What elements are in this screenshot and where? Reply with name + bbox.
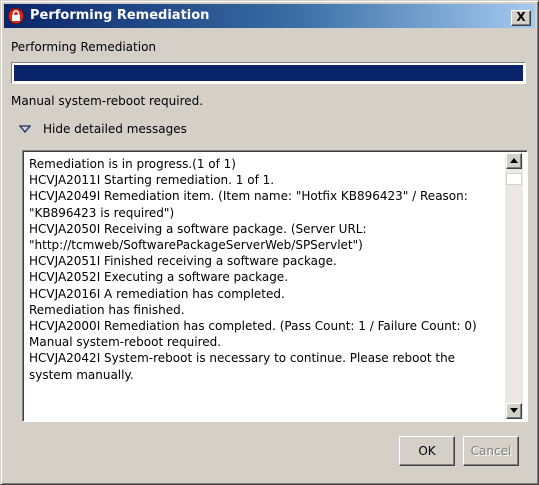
scroll-thumb[interactable] xyxy=(506,173,522,185)
log-line: HCVJA2050I Receiving a software package.… xyxy=(29,221,367,253)
title-bar[interactable]: Performing Remediation X xyxy=(4,4,535,28)
scroll-down-button[interactable] xyxy=(506,403,522,419)
progress-fill xyxy=(14,65,523,81)
window-title: Performing Remediation xyxy=(30,8,210,23)
log-line: HCVJA2049I Remediation item. (Item name:… xyxy=(29,189,468,220)
log-line: HCVJA2051I Finished receiving a software… xyxy=(29,254,337,269)
log-line: HCVJA2052I Executing a software package. xyxy=(29,270,289,285)
log-messages: Remediation is in progress.(1 of 1) HCVJA… xyxy=(29,156,499,383)
vertical-scrollbar[interactable] xyxy=(505,153,523,419)
log-line: HCVJA2042I System-reboot is necessary to… xyxy=(29,351,456,382)
log-line: HCVJA2011I Starting remediation. 1 of 1. xyxy=(29,173,275,188)
detailed-messages-box[interactable]: Remediation is in progress.(1 of 1) HCVJA… xyxy=(22,150,528,422)
header-label: Performing Remediation xyxy=(11,40,157,54)
log-line: Remediation has finished. xyxy=(29,302,185,317)
arrow-up-icon xyxy=(510,158,518,163)
ok-button[interactable]: OK xyxy=(399,436,455,466)
triangle-down-icon xyxy=(19,125,31,133)
arrow-down-icon xyxy=(510,408,518,413)
log-line: Manual system-reboot required. xyxy=(29,335,222,350)
log-line: HCVJA2016I A remediation has completed. xyxy=(29,286,285,301)
log-line: HCVJA2000I Remediation has completed. (P… xyxy=(29,319,477,334)
remediation-dialog: Performing Remediation X Performing Reme… xyxy=(0,0,539,485)
cancel-button[interactable]: Cancel xyxy=(463,436,519,466)
status-text: Manual system-reboot required. xyxy=(11,94,204,108)
progress-bar xyxy=(11,62,526,84)
lock-icon xyxy=(8,8,24,24)
log-line: Remediation is in progress.(1 of 1) xyxy=(29,157,236,171)
details-toggle-label: Hide detailed messages xyxy=(43,122,187,136)
scroll-up-button[interactable] xyxy=(506,153,522,169)
close-button[interactable]: X xyxy=(511,10,531,26)
